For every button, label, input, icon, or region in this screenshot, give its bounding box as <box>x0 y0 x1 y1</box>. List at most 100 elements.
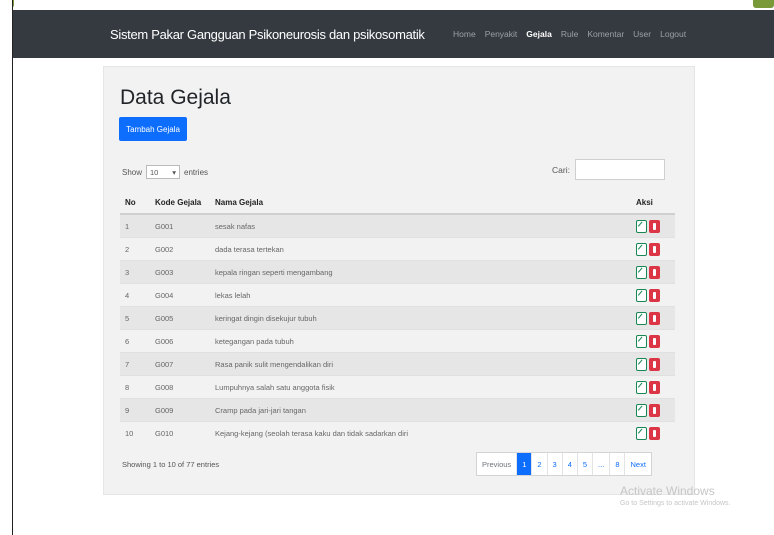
top-corner-mark-right <box>753 0 774 8</box>
search-input[interactable] <box>574 159 665 180</box>
trash-icon[interactable] <box>649 288 660 302</box>
trash-icon[interactable] <box>649 265 660 279</box>
cell-kode: G009 <box>150 398 210 422</box>
cell-nama: lekas lelah <box>210 283 631 307</box>
edit-icon[interactable] <box>636 426 647 440</box>
cell-no: 5 <box>120 306 150 330</box>
table-row: 2 G002 dada terasa tertekan <box>120 237 675 261</box>
table-row: 5 G005 keringat dingin disekujur tubuh <box>120 306 675 330</box>
entries-length-select[interactable]: 10 ▾ <box>146 165 181 179</box>
table-row: 9 G009 Cramp pada jari-jari tangan <box>120 398 675 422</box>
header-aksi: Aksi <box>631 192 675 215</box>
cell-kode: G010 <box>150 421 210 444</box>
table-row: 1 G001 sesak nafas <box>120 213 675 238</box>
edit-icon[interactable] <box>636 357 647 371</box>
table-row: 3 G003 kepala ringan seperti mengambang <box>120 260 675 284</box>
gejala-table: No Kode Gejala Nama Gejala Aksi 1 G001 s… <box>120 192 675 444</box>
edit-icon[interactable] <box>636 288 647 302</box>
trash-icon[interactable] <box>649 357 660 371</box>
pagination-page-4[interactable]: 4 <box>563 453 578 475</box>
cell-kode: G001 <box>150 213 210 238</box>
search-label: Cari: <box>552 164 570 175</box>
cell-nama: sesak nafas <box>210 213 631 238</box>
brand-title[interactable]: Sistem Pakar Gangguan Psikoneurosis dan … <box>110 27 425 42</box>
content-card: Data Gejala Tambah Gejala Show 10 ▾ entr… <box>103 66 695 495</box>
cell-kode: G002 <box>150 237 210 261</box>
table-row: 10 G010 Kejang-kejang (seolah terasa kak… <box>120 421 675 444</box>
length-control: Show 10 ▾ entries <box>122 165 208 179</box>
cell-kode: G004 <box>150 283 210 307</box>
entries-length-value: 10 <box>150 167 159 177</box>
header-no[interactable]: No <box>120 192 150 215</box>
nav-link-home[interactable]: Home <box>453 29 476 39</box>
cell-aksi <box>631 306 675 330</box>
edit-icon[interactable] <box>636 380 647 394</box>
edit-icon[interactable] <box>636 311 647 325</box>
pagination-ellipsis: ... <box>593 453 611 475</box>
search-control: Cari: <box>552 159 665 180</box>
edit-icon[interactable] <box>636 403 647 417</box>
cell-kode: G007 <box>150 352 210 376</box>
pagination-page-8[interactable]: 8 <box>610 453 626 475</box>
nav-link-user[interactable]: User <box>633 29 651 39</box>
chevron-down-icon: ▾ <box>172 167 177 177</box>
add-gejala-button[interactable]: Tambah Gejala <box>119 117 187 141</box>
trash-icon[interactable] <box>649 219 660 233</box>
edit-icon[interactable] <box>636 265 647 279</box>
cell-aksi <box>631 237 675 261</box>
watermark-title: Activate Windows <box>620 484 715 498</box>
entries-label: entries <box>184 167 209 177</box>
trash-icon[interactable] <box>649 311 660 325</box>
pagination-next[interactable]: Next <box>625 453 650 475</box>
cell-kode: G005 <box>150 306 210 330</box>
cell-kode: G003 <box>150 260 210 284</box>
pagination-page-1[interactable]: 1 <box>517 453 533 475</box>
cell-kode: G008 <box>150 375 210 399</box>
pagination-page-3[interactable]: 3 <box>548 453 563 475</box>
page-title: Data Gejala <box>120 86 231 109</box>
screenshot-border-line <box>12 0 13 535</box>
top-navbar: Sistem Pakar Gangguan Psikoneurosis dan … <box>13 10 774 58</box>
nav-link-gejala[interactable]: Gejala <box>526 29 552 39</box>
nav-link-rule[interactable]: Rule <box>561 29 578 39</box>
cell-no: 7 <box>120 352 150 376</box>
cell-aksi <box>631 398 675 422</box>
table-info: Showing 1 to 10 of 77 entries <box>122 460 220 469</box>
nav-link-penyakit[interactable]: Penyakit <box>485 29 518 39</box>
edit-icon[interactable] <box>636 242 647 256</box>
cell-no: 8 <box>120 375 150 399</box>
header-kode-gejala[interactable]: Kode Gejala <box>150 192 210 215</box>
pagination-page-2[interactable]: 2 <box>532 453 548 475</box>
trash-icon[interactable] <box>649 403 660 417</box>
nav-link-komentar[interactable]: Komentar <box>587 29 624 39</box>
edit-icon[interactable] <box>636 219 647 233</box>
cell-nama: keringat dingin disekujur tubuh <box>210 306 631 330</box>
table-row: 4 G004 lekas lelah <box>120 283 675 307</box>
cell-aksi <box>631 421 675 444</box>
activate-windows-watermark: Activate Windows Go to Settings to activ… <box>620 484 731 507</box>
cell-nama: Rasa panik sulit mengendalikan diri <box>210 352 631 376</box>
cell-nama: Lumpuhnya salah satu anggota fisik <box>210 375 631 399</box>
cell-nama: dada terasa tertekan <box>210 237 631 261</box>
trash-icon[interactable] <box>649 242 660 256</box>
pagination-previous[interactable]: Previous <box>477 453 518 475</box>
pagination: Previous 1 2 3 4 5 ... 8 Next <box>476 452 652 476</box>
trash-icon[interactable] <box>649 334 660 348</box>
nav-link-logout[interactable]: Logout <box>660 29 686 39</box>
pagination-page-5[interactable]: 5 <box>578 453 594 475</box>
cell-aksi <box>631 260 675 284</box>
table-row: 7 G007 Rasa panik sulit mengendalikan di… <box>120 352 675 376</box>
cell-nama: Kejang-kejang (seolah terasa kaku dan ti… <box>210 421 631 444</box>
header-nama-gejala[interactable]: Nama Gejala <box>210 192 631 215</box>
cell-aksi <box>631 375 675 399</box>
cell-kode: G006 <box>150 329 210 353</box>
edit-icon[interactable] <box>636 334 647 348</box>
cell-nama: kepala ringan seperti mengambang <box>210 260 631 284</box>
trash-icon[interactable] <box>649 426 660 440</box>
cell-aksi <box>631 283 675 307</box>
cell-aksi <box>631 352 675 376</box>
nav-links: Home Penyakit Gejala Rule Komentar User … <box>453 29 686 39</box>
trash-icon[interactable] <box>649 380 660 394</box>
table-header-row: No Kode Gejala Nama Gejala Aksi <box>120 192 675 215</box>
cell-no: 3 <box>120 260 150 284</box>
